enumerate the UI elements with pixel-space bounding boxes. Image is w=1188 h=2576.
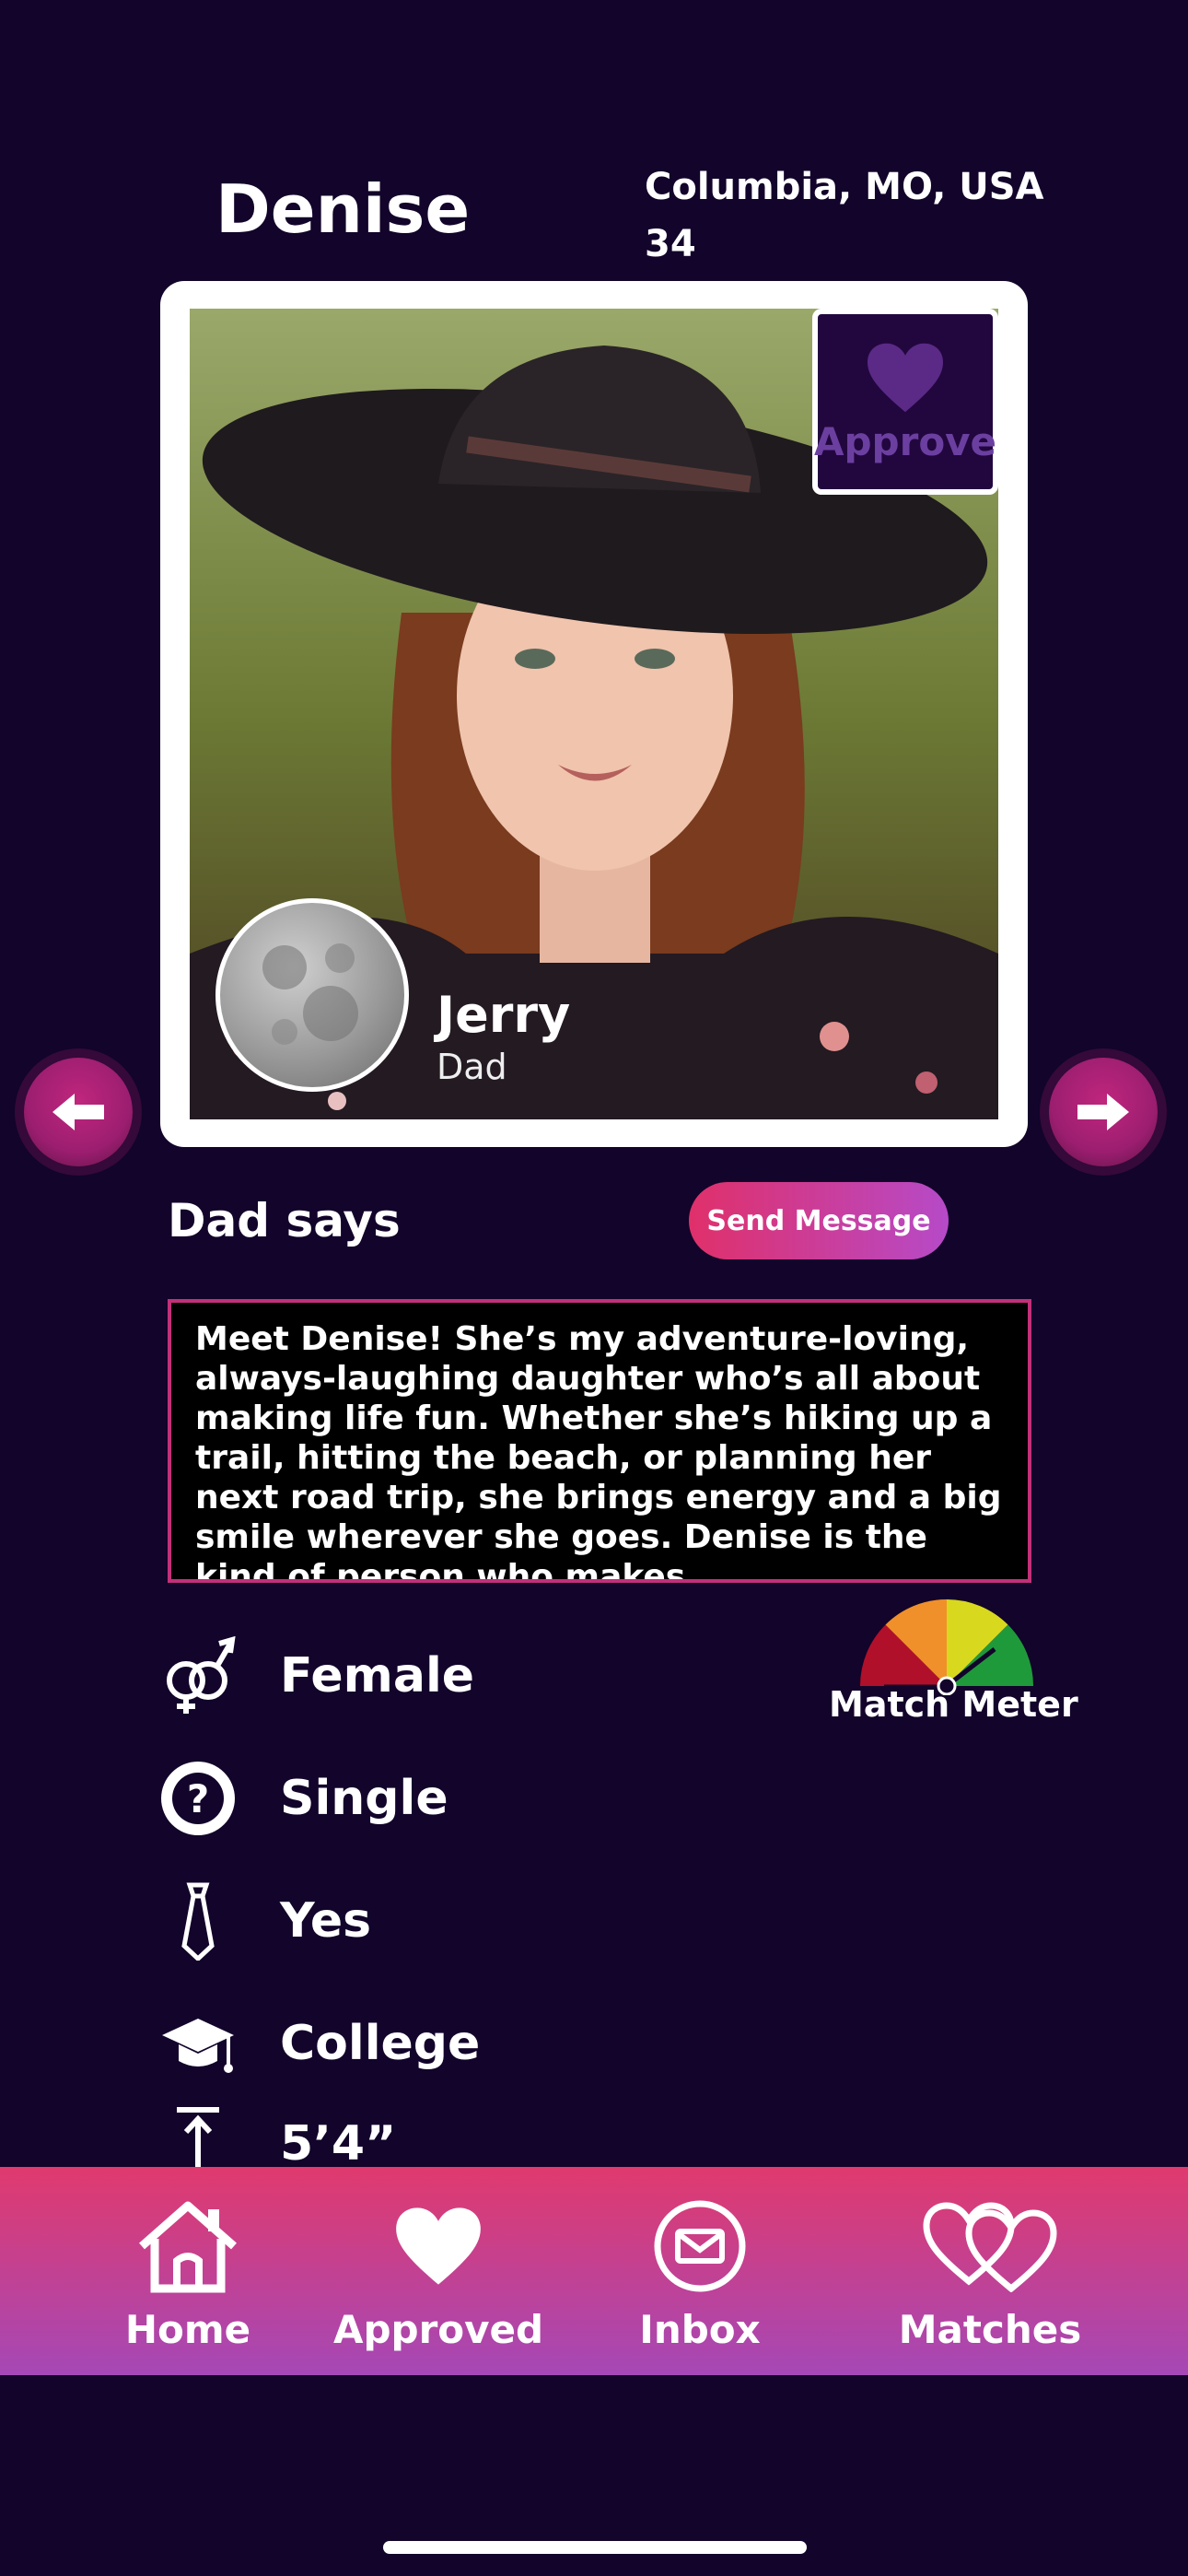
attribute-education: College xyxy=(158,2004,480,2083)
heart-icon xyxy=(392,2195,484,2298)
attribute-gender-label: Female xyxy=(280,1648,475,1704)
nav-matches[interactable]: Matches xyxy=(893,2167,1087,2375)
nav-inbox[interactable]: Inbox xyxy=(626,2167,774,2375)
approve-label: Approve xyxy=(813,418,997,464)
attribute-relationship-label: Single xyxy=(280,1771,448,1826)
sponsor-relation: Dad xyxy=(437,1047,507,1087)
approve-button[interactable]: Approve xyxy=(812,309,998,495)
home-indicator[interactable] xyxy=(383,2541,807,2554)
bottom-nav: Home Approved Inbox Matches xyxy=(0,2167,1188,2375)
moon-image xyxy=(262,943,358,1045)
says-title: Dad says xyxy=(168,1194,401,1247)
double-heart-icon xyxy=(921,2195,1059,2298)
nav-home-label: Home xyxy=(124,2307,251,2352)
gender-icon xyxy=(158,1636,238,1715)
tie-icon xyxy=(158,1881,238,1961)
sponsor-avatar[interactable] xyxy=(215,898,409,1092)
arrow-left-icon xyxy=(52,1094,104,1130)
attribute-relationship: ? Single xyxy=(158,1759,448,1838)
nav-home[interactable]: Home xyxy=(114,2167,262,2375)
home-icon xyxy=(133,2195,243,2298)
match-meter-gauge xyxy=(856,1594,1037,1699)
nav-matches-label: Matches xyxy=(898,2307,1082,2352)
question-circle-icon: ? xyxy=(158,1759,238,1838)
profile-info: Columbia, MO, USA 34 xyxy=(645,158,1043,273)
attribute-work-label: Yes xyxy=(280,1893,372,1949)
attribute-education-label: College xyxy=(280,2016,481,2071)
mail-icon xyxy=(652,2195,748,2298)
heart-icon xyxy=(868,343,943,412)
next-profile-button[interactable] xyxy=(1049,1058,1158,1166)
attribute-work: Yes xyxy=(158,1881,371,1961)
sponsor-name: Jerry xyxy=(437,986,571,1044)
profile-name: Denise xyxy=(215,170,471,248)
attribute-height-label: 5’4” xyxy=(280,2116,397,2172)
arrow-right-icon xyxy=(1077,1094,1129,1130)
profile-age: 34 xyxy=(645,223,696,265)
nav-inbox-label: Inbox xyxy=(639,2307,761,2352)
match-meter-label: Match Meter xyxy=(829,1684,1078,1725)
gauge-icon xyxy=(860,1599,1033,1696)
attribute-gender: Female xyxy=(158,1636,474,1715)
nav-approved[interactable]: Approved xyxy=(333,2167,543,2375)
bio-text[interactable]: Meet Denise! She’s my adventure-loving, … xyxy=(168,1299,1031,1583)
svg-text:?: ? xyxy=(187,1776,209,1821)
graduation-cap-icon xyxy=(158,2004,238,2083)
nav-approved-label: Approved xyxy=(332,2307,544,2352)
previous-profile-button[interactable] xyxy=(24,1058,133,1166)
profile-location: Columbia, MO, USA xyxy=(645,166,1044,208)
send-message-button[interactable]: Send Message xyxy=(689,1182,949,1259)
